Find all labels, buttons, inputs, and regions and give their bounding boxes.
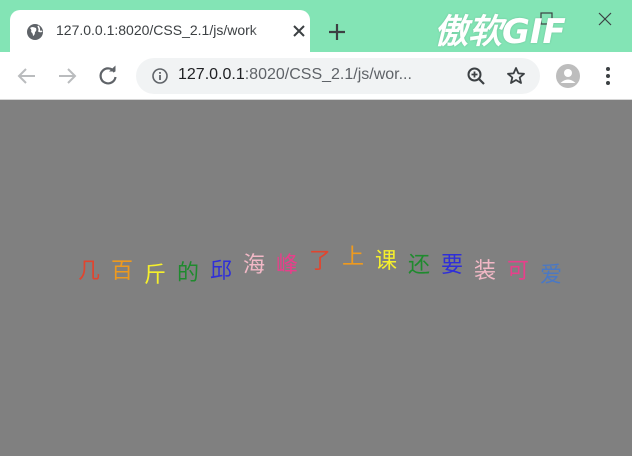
close-icon[interactable]	[290, 22, 308, 40]
avatar-icon[interactable]	[556, 64, 580, 88]
wave-char: 装	[474, 259, 497, 284]
wave-char: 爱	[540, 263, 563, 288]
tab-title: 127.0.0.1:8020/CSS_2.1/js/work	[56, 22, 257, 38]
wave-char: 要	[441, 253, 464, 278]
browser-toolbar: 127.0.0.1:8020/CSS_2.1/js/wor...	[0, 52, 632, 100]
wave-char: 可	[507, 259, 530, 284]
arrow-left-icon[interactable]	[15, 64, 39, 88]
wave-char: 的	[177, 261, 200, 286]
info-icon[interactable]	[152, 68, 168, 84]
url-host: 127.0.0.1	[178, 66, 245, 83]
star-icon[interactable]	[506, 66, 526, 86]
tab-strip: 127.0.0.1:8020/CSS_2.1/js/work 傲软GIF	[0, 0, 632, 52]
tab-title-fade	[250, 18, 280, 46]
wave-char: 了	[309, 249, 332, 274]
wave-char: 邱	[210, 259, 233, 284]
wave-char: 斤	[144, 263, 167, 288]
wave-char: 上	[342, 245, 365, 270]
browser-tab-active[interactable]: 127.0.0.1:8020/CSS_2.1/js/work	[10, 10, 310, 52]
wave-text: 几百斤的邱海峰了上课还要装可爱	[0, 100, 632, 456]
wave-char: 课	[375, 249, 398, 274]
watermark-logo: 傲软GIF	[434, 12, 566, 52]
kebab-menu-icon[interactable]	[598, 65, 618, 87]
url-path: :8020/CSS_2.1/js/wor...	[244, 66, 412, 83]
wave-char: 海	[243, 253, 266, 278]
url-text[interactable]: 127.0.0.1:8020/CSS_2.1/js/wor...	[178, 66, 458, 84]
globe-icon	[27, 24, 43, 40]
zoom-in-icon[interactable]	[466, 66, 486, 86]
arrow-right-icon[interactable]	[55, 64, 79, 88]
page-viewport: 几百斤的邱海峰了上课还要装可爱	[0, 100, 632, 456]
wave-char: 百	[111, 259, 134, 284]
close-window-icon[interactable]	[596, 10, 614, 28]
wave-char: 几	[78, 259, 101, 284]
wave-char: 峰	[276, 253, 299, 278]
reload-icon[interactable]	[96, 64, 120, 88]
wave-char: 还	[408, 253, 431, 278]
plus-icon[interactable]	[326, 21, 348, 43]
address-bar[interactable]: 127.0.0.1:8020/CSS_2.1/js/wor...	[136, 58, 540, 94]
